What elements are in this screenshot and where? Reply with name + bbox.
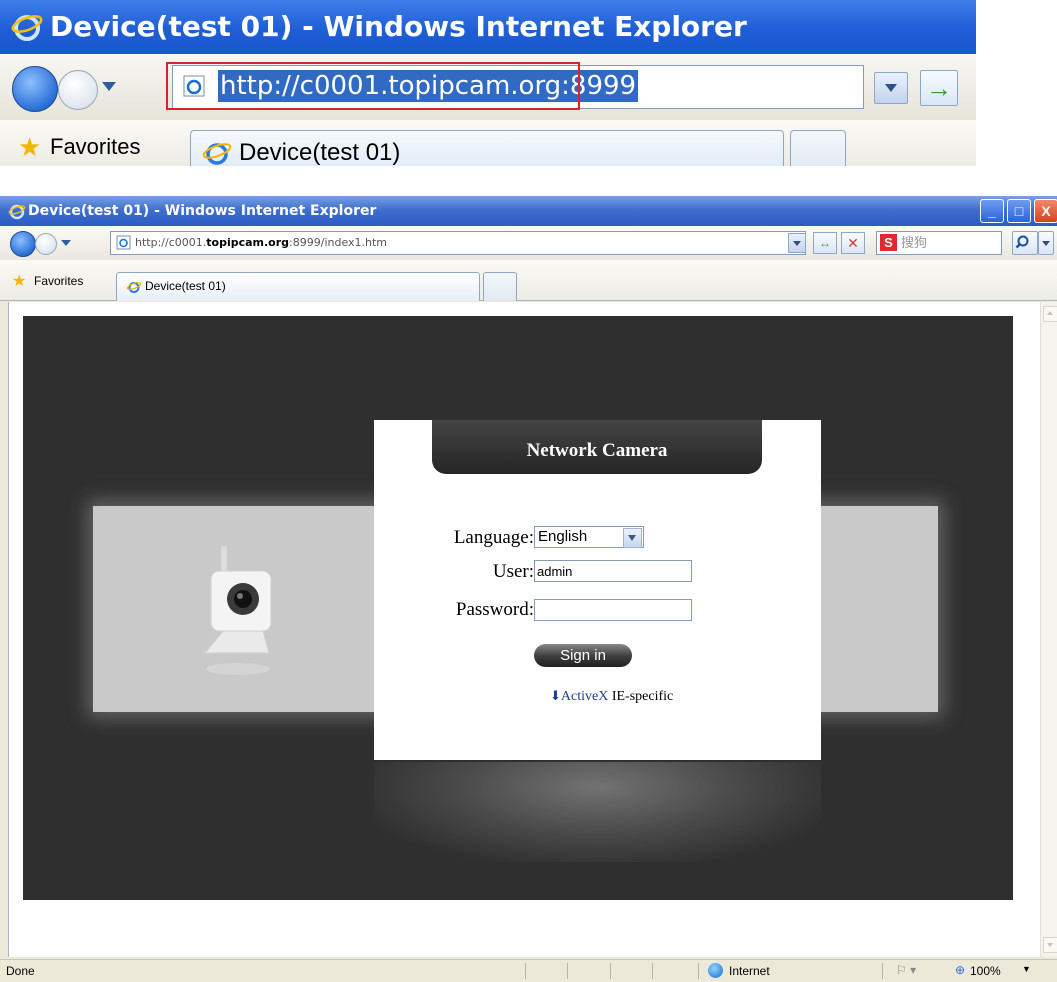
search-provider-logo-icon: S [880, 234, 897, 251]
back-button[interactable] [10, 231, 36, 257]
download-icon[interactable]: ⬇ [550, 688, 561, 703]
zoom-history-chevron-icon[interactable] [102, 82, 116, 91]
window-title: Device(test 01) - Windows Internet Explo… [28, 203, 377, 219]
page-icon [116, 235, 131, 250]
scroll-up-button[interactable] [1043, 306, 1057, 322]
sign-in-button[interactable]: Sign in [534, 644, 632, 667]
status-divider [525, 963, 526, 979]
login-stage: Network Camera Language: English User: a… [23, 316, 1013, 900]
user-input[interactable]: admin [534, 560, 692, 582]
login-panel: Network Camera Language: English User: a… [374, 420, 821, 760]
favorites-star-icon[interactable]: ★ [12, 271, 26, 291]
scroll-down-button[interactable] [1043, 937, 1057, 953]
zoom-window-title: Device(test 01) - Windows Internet Explo… [50, 10, 747, 43]
zoom-tab-ie-icon [202, 143, 232, 165]
zoom-favorites-label[interactable]: Favorites [50, 134, 140, 160]
zoom-tab-title: Device(test 01) [239, 139, 401, 166]
status-divider [567, 963, 568, 979]
favorites-label[interactable]: Favorites [34, 274, 83, 288]
zoom-back-button[interactable] [12, 66, 58, 112]
zoom-forward-button[interactable] [58, 70, 98, 110]
status-text: Done [6, 964, 35, 978]
security-zone: Internet [729, 964, 770, 978]
zoom-favorites-bar: ★ Favorites Device(test 01) [0, 120, 976, 166]
url-highlight-box [166, 62, 580, 110]
activex-link[interactable]: ActiveX [561, 689, 608, 704]
zoom-chevron-down-icon[interactable]: ▼ [1022, 964, 1031, 974]
ie-logo-icon [8, 204, 26, 220]
zoom-tab-device[interactable]: Device(test 01) [190, 130, 784, 166]
url-suffix: :8999/index1.htm [289, 236, 388, 249]
activex-suffix: IE-specific [611, 689, 674, 704]
address-bar: http://c0001.topipcam.org:8999/index1.ht… [0, 226, 1057, 260]
search-icon [1015, 235, 1029, 249]
url-text[interactable]: http://c0001.topipcam.org:8999/index1.ht… [135, 231, 387, 255]
ip-camera-image [203, 546, 272, 675]
tab-device[interactable]: Device(test 01) [116, 272, 480, 301]
refresh-button[interactable]: ↔ [813, 232, 837, 254]
internet-globe-icon [708, 963, 723, 978]
url-domain: topipcam.org [206, 236, 290, 249]
history-chevron-icon[interactable] [61, 240, 71, 246]
new-tab-button[interactable] [483, 272, 517, 301]
page-content: Network Camera Language: English User: a… [8, 302, 1041, 957]
language-select[interactable]: English [534, 526, 644, 548]
zoomed-address-crop: Device(test 01) - Windows Internet Explo… [0, 0, 976, 166]
vertical-scrollbar[interactable] [1040, 302, 1057, 957]
stop-button[interactable]: ✕ [841, 232, 865, 254]
browser-window: Device(test 01) - Windows Internet Explo… [0, 196, 1057, 982]
zoom-title-bar: Device(test 01) - Windows Internet Explo… [0, 0, 976, 54]
zoom-new-tab-button[interactable] [790, 130, 846, 166]
zoom-go-button[interactable]: → [920, 70, 958, 106]
zoom-address-bar: http://c0001.topipcam.org:8999 → [0, 54, 976, 120]
search-options-button[interactable] [1038, 231, 1054, 255]
favorites-bar: ★ Favorites Device(test 01) [0, 260, 1057, 301]
close-button[interactable]: X [1034, 199, 1057, 223]
protected-mode-icon[interactable]: ⚐ ▾ [896, 963, 916, 977]
activex-download: ⬇ActiveX IE-specific [550, 688, 673, 705]
maximize-button[interactable]: □ [1007, 199, 1031, 223]
language-value: English [538, 528, 588, 545]
language-label: Language: [453, 527, 534, 548]
status-divider [652, 963, 653, 979]
title-bar: Device(test 01) - Windows Internet Explo… [0, 196, 1057, 226]
login-header: Network Camera [432, 420, 762, 474]
status-divider [610, 963, 611, 979]
chevron-down-icon[interactable] [623, 528, 642, 548]
status-divider [882, 963, 883, 979]
ie-logo-icon [11, 15, 43, 41]
search-placeholder: 搜狗 [901, 235, 928, 250]
zoom-icon[interactable]: ⊕ [955, 963, 965, 977]
status-bar: Done Internet ⚐ ▾ ⊕ 100% ▼ [0, 959, 1057, 982]
minimize-button[interactable]: _ [980, 199, 1004, 223]
search-button[interactable] [1012, 231, 1038, 255]
forward-button[interactable] [35, 233, 57, 255]
password-label: Password: [455, 599, 534, 620]
url-dropdown-button[interactable] [788, 233, 806, 253]
zoom-level[interactable]: 100% [970, 964, 1001, 978]
zoom-url-dropdown-button[interactable] [874, 72, 908, 104]
user-label: User: [492, 561, 534, 582]
panel-reflection [374, 762, 821, 862]
tab-ie-icon [126, 282, 142, 293]
tab-title: Device(test 01) [145, 279, 226, 293]
zoom-favorites-star-icon[interactable]: ★ [18, 132, 41, 163]
status-divider [698, 963, 699, 979]
password-input[interactable] [534, 599, 692, 621]
url-prefix: http://c0001. [135, 236, 207, 249]
